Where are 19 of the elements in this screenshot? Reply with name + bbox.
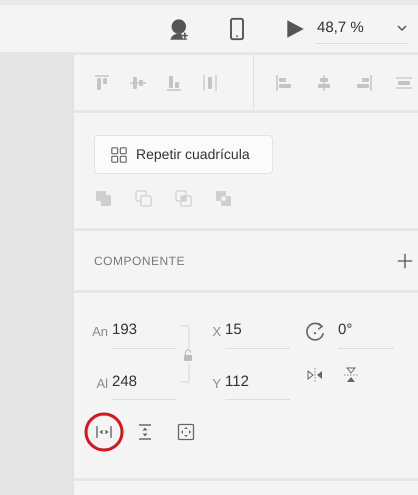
section-title: COMPONENTE: [94, 252, 186, 270]
field-label: Al: [95, 374, 108, 392]
field-label: Y: [211, 374, 221, 392]
zoom-dropdown[interactable]: 48,7 %: [316, 14, 408, 44]
fit-content-icon[interactable]: [176, 422, 196, 442]
number-field[interactable]: 248: [112, 366, 177, 400]
field-label: X: [211, 323, 221, 341]
field-label: An: [91, 323, 108, 341]
chevron-down-icon: [396, 23, 408, 33]
plus-icon[interactable]: [396, 252, 414, 270]
number-field[interactable]: 193: [112, 315, 177, 348]
grid-icon: [110, 146, 128, 164]
rotation-field[interactable]: 0°: [338, 315, 394, 348]
number-field[interactable]: 112: [225, 366, 290, 400]
number-field[interactable]: 15: [225, 315, 290, 348]
highlight-circle: [84, 412, 124, 452]
lock-icon[interactable]: [179, 325, 193, 383]
repeat-grid-button[interactable]: Repetir cuadrícula: [94, 135, 273, 174]
rotate-icon[interactable]: [304, 320, 326, 343]
